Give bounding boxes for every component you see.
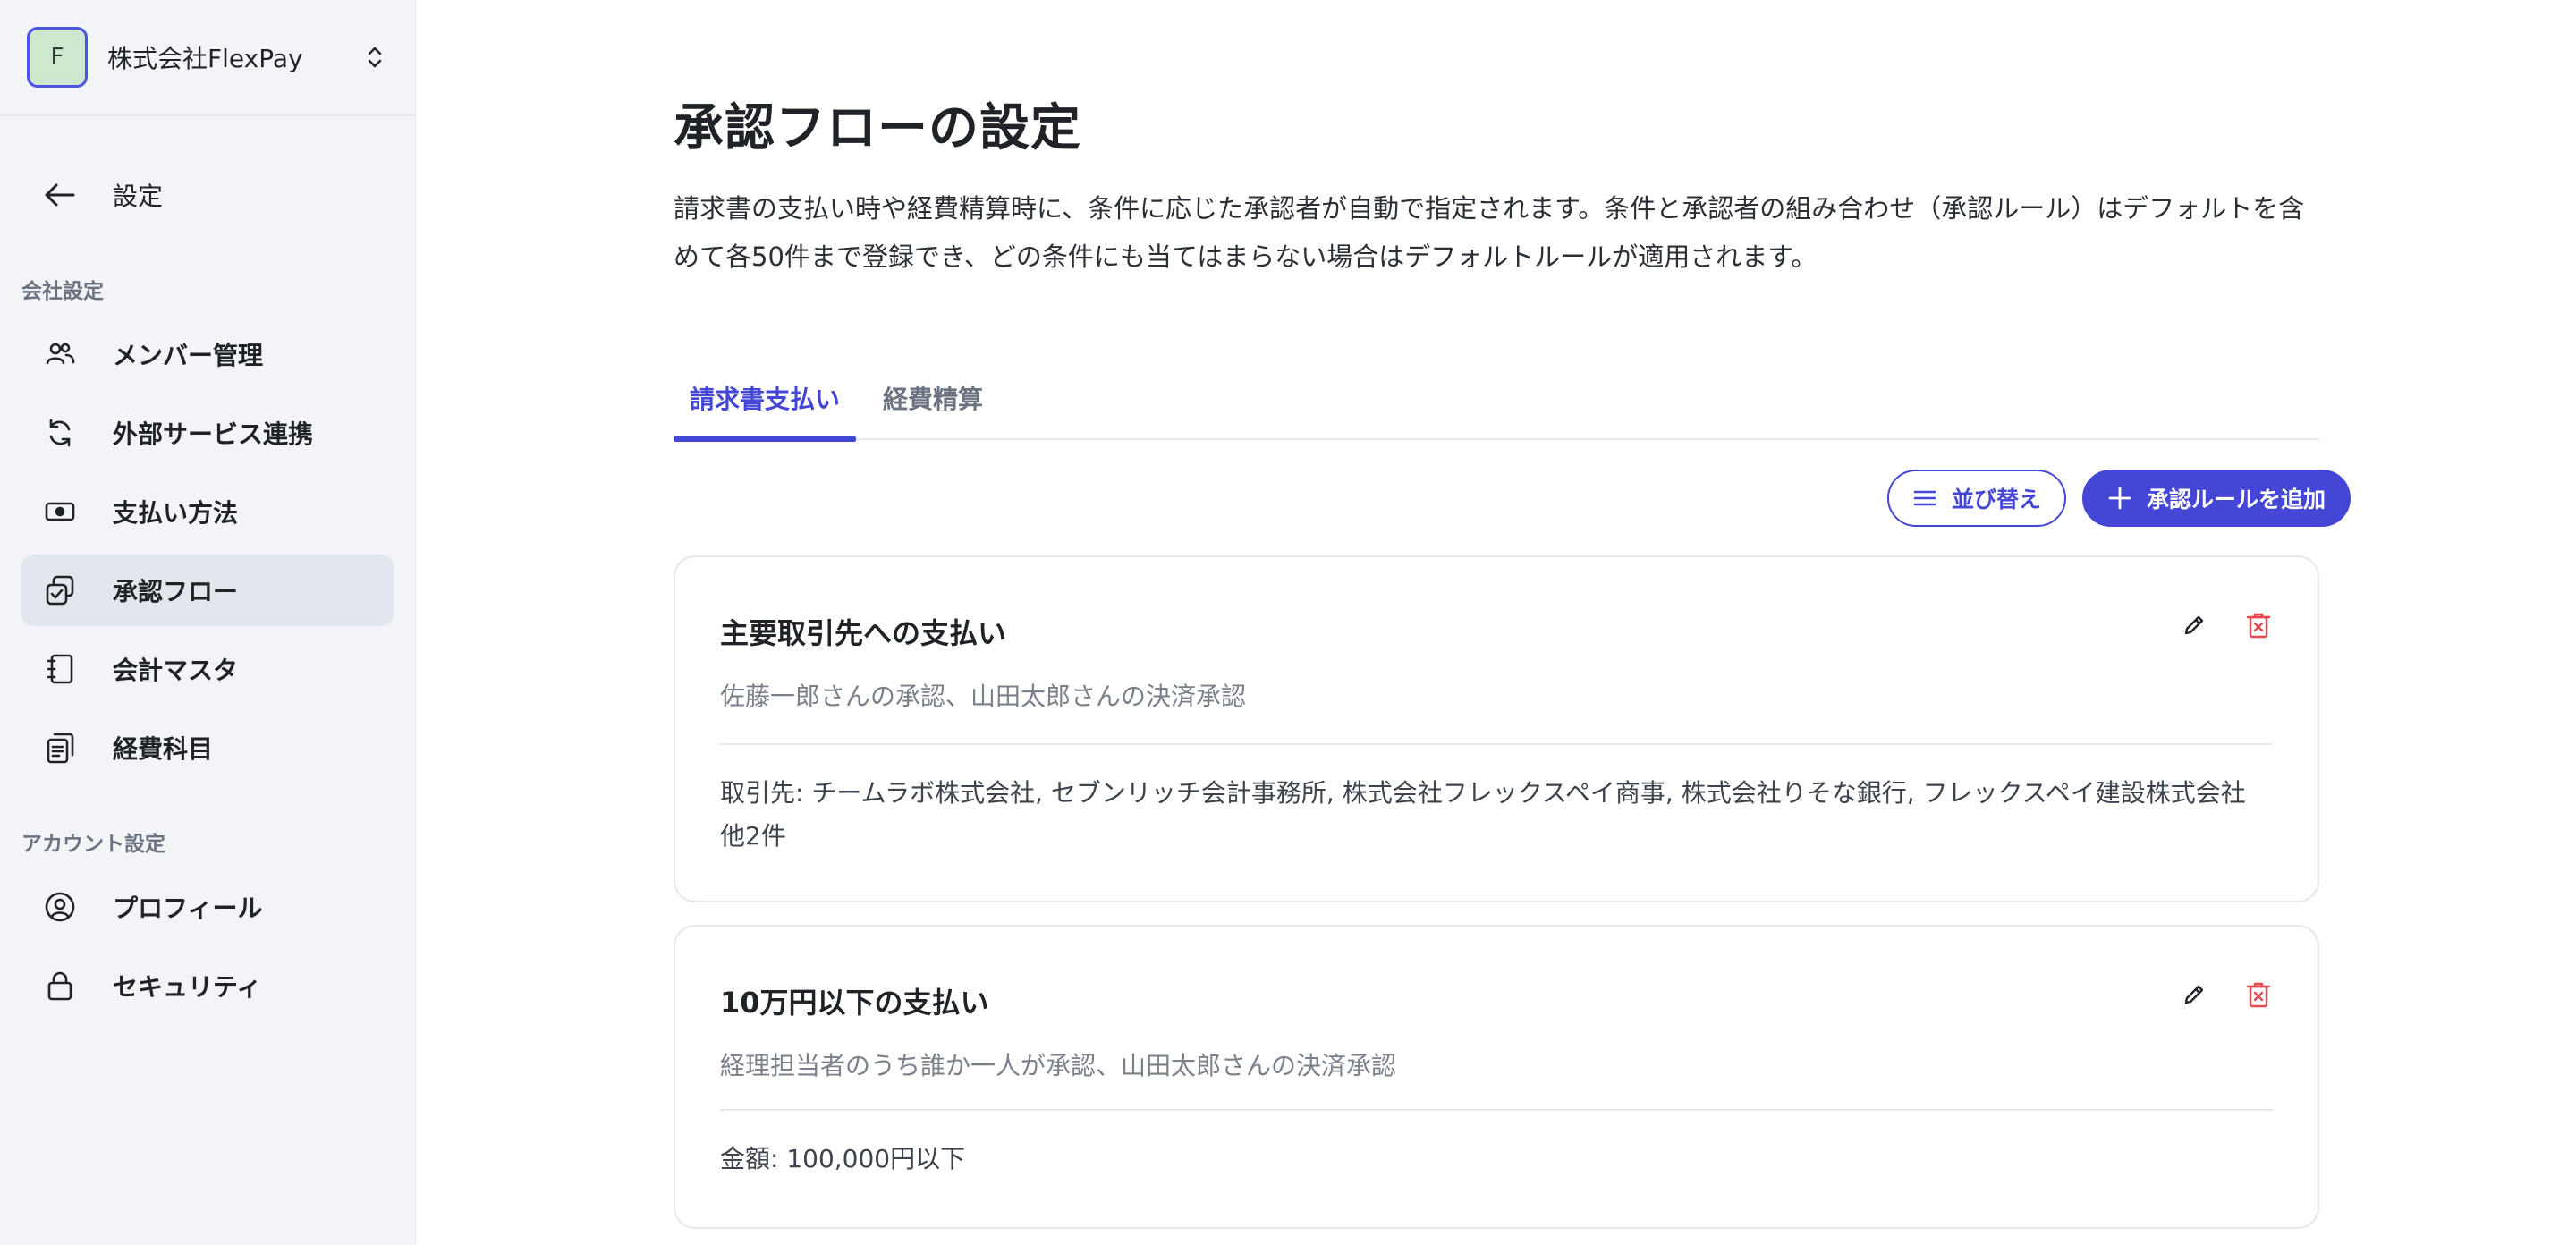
sidebar-item-members[interactable]: メンバー管理: [21, 318, 394, 390]
notebook-icon: [41, 650, 79, 688]
main-content: 承認フローの設定 請求書の支払い時や経費精算時に、条件に応じた承認者が自動で指定…: [416, 0, 2576, 1245]
banknote-icon: [41, 493, 79, 530]
tab-label: 請求書支払い: [690, 385, 841, 414]
sidebar-item-expense-categories[interactable]: 経費科目: [21, 712, 394, 783]
company-section-label: 会社設定: [21, 280, 104, 303]
rule-divider: [720, 743, 2273, 745]
account-section-label: アカウント設定: [21, 833, 165, 856]
back-to-settings[interactable]: 設定: [21, 163, 394, 227]
sidebar-item-integrations[interactable]: 外部サービス連携: [21, 397, 394, 469]
sidebar: F 株式会社FlexPay 設定 会社設定 メンバー管理 外部サービス連携 支払…: [0, 0, 416, 1245]
sidebar-item-label: 会計マスタ: [113, 656, 239, 685]
sort-button[interactable]: 並び替え: [1886, 470, 2066, 527]
users-icon: [41, 335, 79, 373]
sidebar-item-label: メンバー管理: [113, 341, 264, 370]
rules-toolbar: 並び替え 承認ルールを追加: [1886, 470, 2351, 527]
sync-icon: [41, 414, 79, 452]
sidebar-item-profile[interactable]: プロフィール: [21, 871, 394, 943]
edit-pencil-icon[interactable]: [2180, 980, 2208, 1009]
tab-bar: 請求書支払い 経費精算: [674, 356, 2319, 442]
rule-actions: [2180, 980, 2273, 1009]
add-rule-button[interactable]: 承認ルールを追加: [2081, 470, 2351, 527]
sidebar-item-label: 外部サービス連携: [113, 419, 314, 449]
sort-button-label: 並び替え: [1951, 487, 2041, 512]
documents-icon: [41, 729, 79, 766]
rule-divider: [720, 1109, 2273, 1111]
page-title: 承認フローの設定: [674, 99, 1081, 157]
sidebar-item-label: セキュリティ: [113, 972, 262, 1002]
back-label: 設定: [113, 182, 164, 211]
tab-label: 経費精算: [883, 385, 984, 414]
user-circle-icon: [41, 888, 79, 926]
tab-invoice-payment[interactable]: 請求書支払い: [674, 356, 857, 442]
rule-approvers: 経理担当者のうち誰か一人が承認、山田太郎さんの決済承認: [720, 1051, 1397, 1080]
delete-trash-icon[interactable]: [2244, 980, 2273, 1009]
edit-pencil-icon[interactable]: [2180, 611, 2208, 639]
rule-condition: 取引先: チームラボ株式会社, セブンリッチ会計事務所, 株式会社フレックスペイ…: [720, 778, 2246, 851]
sidebar-item-security[interactable]: セキュリティ: [21, 950, 394, 1021]
org-name: 株式会社FlexPay: [107, 44, 303, 73]
org-switcher[interactable]: F 株式会社FlexPay: [0, 0, 415, 116]
page-description: 請求書の支払い時や経費精算時に、条件に応じた承認者が自動で指定されます。条件と承…: [674, 193, 2305, 272]
list-icon: [1912, 486, 1937, 511]
sidebar-item-label: 支払い方法: [113, 498, 239, 528]
approval-flow-icon: [41, 572, 79, 609]
rule-title: 10万円以下の支払い: [720, 986, 989, 1020]
delete-trash-icon[interactable]: [2244, 611, 2273, 639]
org-avatar-letter: F: [50, 44, 64, 71]
rule-card: 主要取引先への支払い 佐藤一郎さんの承認、山田太郎さんの決済承認 取引先: チー…: [674, 555, 2319, 902]
sidebar-item-label: プロフィール: [113, 894, 263, 923]
org-avatar: F: [27, 27, 88, 88]
rule-actions: [2180, 611, 2273, 639]
sidebar-item-approval-flow[interactable]: 承認フロー: [21, 555, 394, 626]
tab-expense-reimbursement[interactable]: 経費精算: [867, 356, 999, 440]
add-rule-button-label: 承認ルールを追加: [2146, 487, 2326, 512]
sidebar-item-label: 承認フロー: [113, 577, 239, 606]
sidebar-item-payment-methods[interactable]: 支払い方法: [21, 476, 394, 547]
plus-icon: [2107, 486, 2132, 511]
arrow-left-icon: [41, 176, 79, 214]
rule-condition: 金額: 100,000円以下: [720, 1144, 966, 1173]
sidebar-item-label: 経費科目: [113, 734, 214, 764]
chevron-up-down-icon[interactable]: [361, 39, 388, 75]
sidebar-item-accounting-master[interactable]: 会計マスタ: [21, 633, 394, 705]
lock-icon: [41, 967, 79, 1004]
rule-approvers: 佐藤一郎さんの承認、山田太郎さんの決済承認: [720, 682, 1247, 711]
rule-title: 主要取引先への支払い: [720, 616, 1007, 650]
rule-card: 10万円以下の支払い 経理担当者のうち誰か一人が承認、山田太郎さんの決済承認 金…: [674, 925, 2319, 1229]
